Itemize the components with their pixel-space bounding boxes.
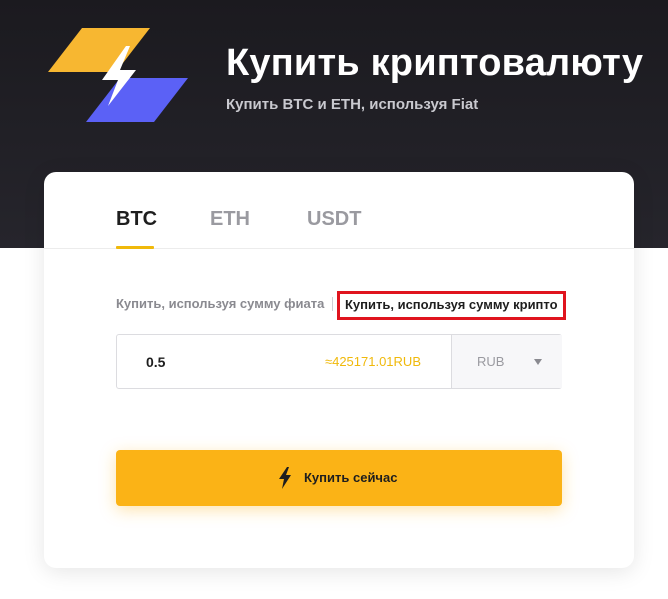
lightning-logo-icon <box>48 28 188 122</box>
buy-card: BTC ETH USDT Купить, используя сумму фиа… <box>44 172 634 568</box>
mode-divider <box>332 297 333 311</box>
page-title: Купить криптовалюту <box>226 42 644 84</box>
tab-btc[interactable]: BTC <box>116 208 157 231</box>
buy-now-button[interactable]: Купить сейчас <box>116 450 562 506</box>
currency-selected: RUB <box>477 354 505 369</box>
amount-field-group: ≈425171.01RUB RUB <box>116 334 562 389</box>
tab-usdt[interactable]: USDT <box>307 208 361 231</box>
fiat-equivalent: ≈425171.01RUB <box>324 354 421 369</box>
lightning-icon <box>279 467 291 489</box>
mode-crypto-amount[interactable]: Купить, используя сумму крипто <box>337 291 566 320</box>
active-tab-indicator <box>116 246 154 249</box>
currency-select[interactable]: RUB <box>451 335 562 388</box>
buy-now-label: Купить сейчас <box>304 470 398 485</box>
tab-eth[interactable]: ETH <box>210 208 250 231</box>
mode-fiat-amount[interactable]: Купить, используя сумму фиата <box>116 296 324 311</box>
page-subtitle: Купить BTC и ETH, используя Fiat <box>226 96 479 113</box>
chevron-down-icon <box>534 359 542 365</box>
coin-tabs: BTC ETH USDT <box>44 172 634 249</box>
